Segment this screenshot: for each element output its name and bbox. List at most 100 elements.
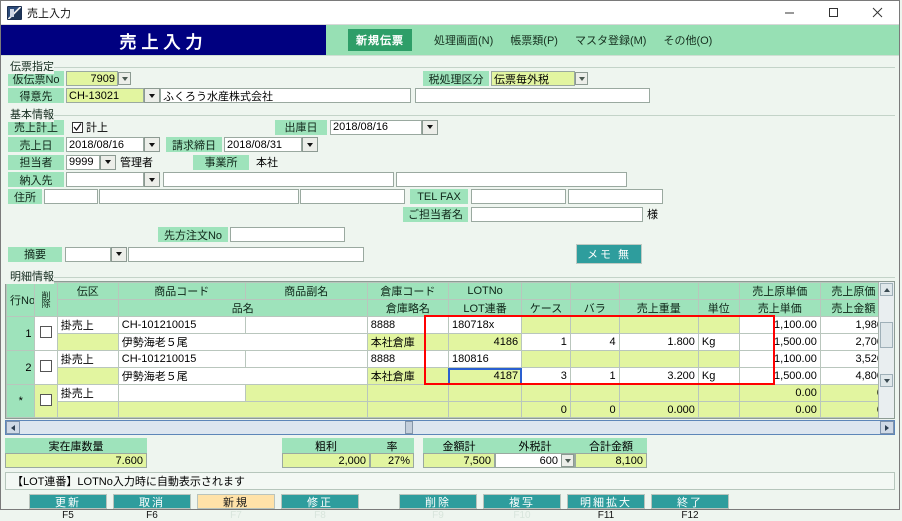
table-row[interactable]: 伊勢海老５尾 本社倉庫 4186 1 4 1.800 Kg 1,500.00 2… (7, 333, 888, 351)
row-new-delete-checkbox[interactable] (34, 384, 58, 418)
address-line2-input[interactable] (300, 189, 405, 204)
tel-input[interactable] (471, 189, 566, 204)
copy-button[interactable]: 複写 (483, 494, 561, 509)
row-1-product-subname[interactable] (244, 316, 368, 334)
row-2-delete-checkbox[interactable] (34, 350, 58, 385)
row-1-product-code[interactable]: CH-101210015 (117, 316, 246, 334)
billing-close-input[interactable]: 2018/08/31 (224, 137, 302, 152)
minimize-button[interactable] (767, 1, 811, 24)
table-row[interactable]: 伊勢海老５尾 本社倉庫 4187 3 1 3.200 Kg 1,500.00 4… (7, 367, 888, 385)
summary-text-input[interactable] (128, 246, 364, 262)
summary-dropdown-icon[interactable] (111, 246, 127, 262)
row-new-bara[interactable]: 0 (569, 401, 620, 418)
row-1-kind[interactable]: 掛売上 (56, 316, 119, 334)
row-1-lot-seq[interactable]: 4186 (447, 333, 523, 351)
row-new-lot-no[interactable] (447, 384, 523, 402)
hscroll-thumb[interactable] (405, 421, 413, 434)
scroll-down-button[interactable] (880, 374, 893, 387)
table-row[interactable]: 0 0 0.000 0.00 0 (7, 401, 888, 418)
scroll-left-button[interactable] (6, 421, 20, 434)
cancel-button[interactable]: 取消 (113, 494, 191, 509)
customer-extra-field[interactable] (415, 88, 650, 103)
row-2-case[interactable]: 3 (521, 367, 571, 385)
row-2-kind[interactable]: 掛売上 (56, 350, 119, 368)
row-new-weight[interactable]: 0.000 (618, 401, 699, 418)
close-button[interactable] (855, 1, 899, 24)
menu-item-master[interactable]: マスタ登録(M) (575, 32, 647, 48)
contact-input[interactable] (471, 206, 643, 222)
row-2-lot-no[interactable]: 180816 (447, 350, 523, 368)
new-button[interactable]: 新規 (197, 494, 275, 509)
row-2-weight[interactable]: 3.200 (618, 367, 699, 385)
row-new-case[interactable]: 0 (521, 401, 571, 418)
sales-post-checkbox[interactable]: 計上 (72, 119, 108, 135)
customer-name-field[interactable]: ふくろう水産株式会社 (160, 88, 411, 103)
tax-class-dropdown-icon[interactable] (575, 72, 588, 85)
row-2-product-name[interactable]: 伊勢海老５尾 (117, 367, 368, 385)
delivery-extra-field[interactable] (396, 172, 627, 187)
row-new-kind[interactable]: 掛売上 (56, 384, 119, 402)
summary-code-input[interactable] (65, 246, 111, 262)
row-new-product-subname[interactable] (244, 384, 368, 402)
billing-close-dropdown-icon[interactable] (302, 137, 318, 152)
provisional-no-dropdown-icon[interactable] (118, 72, 131, 85)
order-no-input[interactable] (230, 227, 345, 242)
table-row[interactable]: * 掛売上 0.00 0 (5, 384, 888, 418)
hscroll-track[interactable] (20, 421, 880, 434)
row-1-weight[interactable]: 1.800 (618, 333, 699, 351)
row-1-product-name[interactable]: 伊勢海老５尾 (117, 333, 368, 351)
tax-total-dropdown-icon[interactable] (561, 454, 574, 467)
address-zip-input[interactable] (44, 189, 98, 204)
tax-class-select[interactable]: 伝票毎外税 (491, 71, 575, 86)
row-2-unit-price[interactable]: 1,500.00 (738, 367, 821, 385)
shipping-date-dropdown-icon[interactable] (422, 119, 438, 135)
row-2-bara[interactable]: 1 (569, 367, 620, 385)
staff-dropdown-icon[interactable] (100, 154, 116, 170)
sales-date-input[interactable]: 2018/08/16 (66, 137, 144, 152)
address-line1-input[interactable] (99, 189, 299, 204)
row-2-lot-seq[interactable]: 4187 (447, 367, 523, 385)
exit-button[interactable]: 終了 (651, 494, 729, 509)
row-1-bara[interactable]: 4 (569, 333, 620, 351)
row-2-warehouse-code[interactable]: 8888 (366, 350, 449, 368)
row-1-lot-no[interactable]: 180718x (447, 316, 523, 334)
staff-code-input[interactable]: 9999 (66, 154, 100, 170)
row-2-product-code[interactable]: CH-101210015 (117, 350, 246, 368)
row-1-case[interactable]: 1 (521, 333, 571, 351)
customer-code-input[interactable]: CH-13021 (66, 88, 144, 103)
maximize-button[interactable] (811, 1, 855, 24)
row-new-lot-seq[interactable] (447, 401, 523, 418)
tax-total-input[interactable]: 600 (496, 455, 561, 467)
delivery-code-input[interactable] (66, 172, 144, 187)
expand-detail-button[interactable]: 明細拡大 (567, 494, 645, 509)
provisional-no-input[interactable]: 7909 (66, 71, 118, 86)
sales-date-dropdown-icon[interactable] (144, 137, 160, 152)
table-row[interactable]: 1 掛売上 CH-101210015 8888 180718x 1,100.00… (5, 316, 888, 351)
delete-button[interactable]: 削除 (399, 494, 477, 509)
scroll-thumb[interactable] (880, 322, 893, 348)
fax-input[interactable] (568, 189, 663, 204)
menu-item-other[interactable]: その他(O) (663, 32, 712, 48)
row-new-product-name[interactable] (117, 401, 368, 418)
menu-item-reports[interactable]: 帳票類(P) (510, 32, 558, 48)
detail-vertical-scrollbar[interactable] (878, 282, 894, 418)
modify-button[interactable]: 修正 (281, 494, 359, 509)
row-new-product-code[interactable] (117, 384, 246, 402)
table-row[interactable]: 2 掛売上 CH-101210015 8888 180816 1,100.00 … (5, 350, 888, 385)
menu-item-process[interactable]: 処理画面(N) (434, 32, 493, 48)
delivery-name-field[interactable] (163, 172, 394, 187)
customer-dropdown-icon[interactable] (144, 88, 160, 103)
update-button[interactable]: 更新 (29, 494, 107, 509)
row-1-unit-price[interactable]: 1,500.00 (738, 333, 821, 351)
row-new-warehouse-code[interactable] (366, 384, 449, 402)
tax-total-value[interactable]: 600 (495, 453, 575, 468)
row-2-product-subname[interactable] (244, 350, 368, 368)
shipping-date-input[interactable]: 2018/08/16 (330, 119, 422, 135)
scroll-right-button[interactable] (880, 421, 894, 434)
delivery-dropdown-icon[interactable] (144, 172, 160, 187)
row-1-warehouse-code[interactable]: 8888 (366, 316, 449, 334)
detail-horizontal-scrollbar[interactable] (5, 420, 895, 435)
scroll-up-button[interactable] (880, 283, 893, 296)
row-1-delete-checkbox[interactable] (34, 316, 58, 351)
memo-button[interactable]: メモ 無 (576, 244, 643, 264)
